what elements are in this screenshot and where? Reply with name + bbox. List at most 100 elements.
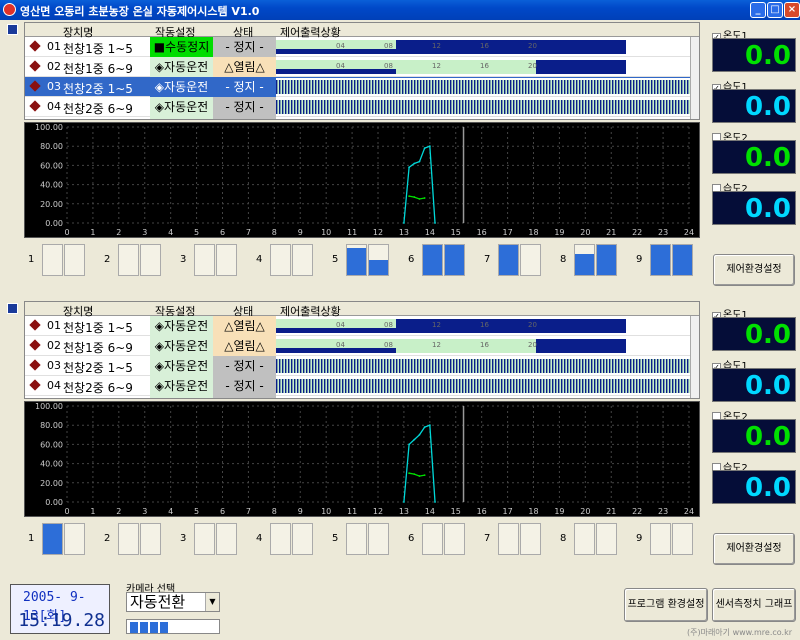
control-env-settings-button-top[interactable]: 제어환경설정 <box>713 254 795 286</box>
camera-slot[interactable]: 2 <box>100 523 176 557</box>
device-row[interactable]: 01 천창1중 1~5 ■수동정지 - 정지 - 04 08 12 16 20 <box>25 37 699 57</box>
output-pulse-mark <box>486 100 488 114</box>
output-pulse-mark <box>351 379 353 393</box>
camera-slot[interactable]: 1 <box>24 244 100 278</box>
device-row[interactable]: 04 천창2중 6~9 ◈자동운전 - 정지 - <box>25 376 699 396</box>
output-pulse-mark <box>348 359 350 373</box>
camera-select-dropdown[interactable]: 자동전환 ▼ <box>126 592 220 612</box>
slot-number: 2 <box>104 254 111 265</box>
grid-scrollbar[interactable] <box>690 37 699 119</box>
device-row[interactable]: 02 천창1중 6~9 ◈자동운전 △열림△ 04 08 12 16 20 <box>25 336 699 356</box>
maximize-button[interactable]: □ <box>767 2 783 18</box>
camera-slot[interactable]: 9 <box>632 523 708 557</box>
output-pulse-mark <box>390 100 392 114</box>
output-pulse-mark <box>489 100 491 114</box>
output-pulse-mark <box>354 379 356 393</box>
camera-slot[interactable]: 7 <box>480 523 556 557</box>
slot-level-box <box>346 244 367 276</box>
output-pulse-mark <box>372 359 374 373</box>
output-pulse-mark <box>531 100 533 114</box>
sensor-graph-button[interactable]: 센서측정치 그래프 <box>712 588 796 622</box>
camera-slot[interactable]: 6 <box>404 523 480 557</box>
output-pulse-mark <box>573 80 575 94</box>
output-pulse-mark <box>357 80 359 94</box>
output-pulse-mark <box>549 80 551 94</box>
camera-slot[interactable]: 5 <box>328 244 404 278</box>
output-pulse-mark <box>393 379 395 393</box>
device-mode-cell[interactable]: ◈자동운전 <box>150 396 213 398</box>
output-pulse-mark <box>582 359 584 373</box>
output-pulse-mark <box>384 100 386 114</box>
output-pulse-mark <box>678 379 680 393</box>
output-pulse-mark <box>333 100 335 114</box>
program-settings-button[interactable]: 프로그램 환경설정 <box>624 588 708 622</box>
output-pulse-mark <box>306 359 308 373</box>
output-pulse-mark <box>585 379 587 393</box>
output-pulse-mark <box>288 379 290 393</box>
camera-slot[interactable]: 2 <box>100 244 176 278</box>
output-pulse-mark <box>393 80 395 94</box>
device-mode-cell[interactable]: ◈자동운전 <box>150 57 213 77</box>
grid-scrollbar[interactable] <box>690 316 699 398</box>
output-pulse-mark <box>369 359 371 373</box>
camera-slot[interactable]: 9 <box>632 244 708 278</box>
output-pulse-mark <box>423 379 425 393</box>
device-mode-cell[interactable]: ■수동정지 <box>150 37 213 57</box>
camera-slot[interactable]: 1 <box>24 523 100 557</box>
output-pulse-mark <box>504 359 506 373</box>
y-tick-label: 100.00 <box>35 402 63 411</box>
output-pulse-mark <box>297 80 299 94</box>
output-pulse-mark <box>342 100 344 114</box>
output-pulse-mark <box>402 359 404 373</box>
output-pulse-mark <box>351 100 353 114</box>
slot-level-box <box>42 244 63 276</box>
output-pulse-mark <box>444 379 446 393</box>
device-mode-cell[interactable]: ◈자동운전 <box>150 356 213 376</box>
output-pulse-mark <box>627 80 629 94</box>
camera-slot[interactable]: 4 <box>252 244 328 278</box>
output-pulse-mark <box>651 80 653 94</box>
device-mode-cell[interactable]: ◈자동운전 <box>150 117 213 119</box>
camera-select-value: 자동전환 <box>130 593 186 611</box>
device-row[interactable]: 02 천창1중 6~9 ◈자동운전 △열림△ 04 08 12 16 20 <box>25 57 699 77</box>
output-pulse-mark <box>288 359 290 373</box>
output-pulse-mark <box>489 379 491 393</box>
device-mode-cell[interactable]: ◈자동운전 <box>150 97 213 117</box>
device-row[interactable]: 05유동팬◈자동운전- 꺼짐 - <box>25 117 699 119</box>
camera-slot[interactable]: 6 <box>404 244 480 278</box>
control-env-settings-button-bottom[interactable]: 제어환경설정 <box>713 533 795 565</box>
chevron-down-icon[interactable]: ▼ <box>205 593 219 611</box>
close-button[interactable]: × <box>784 2 800 18</box>
camera-slot[interactable]: 8 <box>556 523 632 557</box>
camera-slot[interactable]: 3 <box>176 523 252 557</box>
camera-slot-strip: 1 2 3 4 5 6 7 8 9 <box>24 244 700 280</box>
output-pulse-mark <box>381 359 383 373</box>
camera-slot[interactable]: 8 <box>556 244 632 278</box>
device-mode-cell[interactable]: ◈자동운전 <box>150 336 213 356</box>
device-row[interactable]: 05유동팬◈자동운전- 꺼짐 - <box>25 396 699 398</box>
device-state-cell: △열림△ <box>213 57 276 77</box>
series-point <box>413 438 416 441</box>
output-pulse-mark <box>480 359 482 373</box>
device-mode-cell[interactable]: ◈자동운전 <box>150 376 213 396</box>
device-mode-cell[interactable]: ◈자동운전 <box>150 316 213 336</box>
output-pulse-mark <box>381 100 383 114</box>
minimize-button[interactable]: _ <box>750 2 766 18</box>
camera-slot[interactable]: 5 <box>328 523 404 557</box>
camera-slot[interactable]: 3 <box>176 244 252 278</box>
device-row[interactable]: 03 천창2중 1~5 ◈자동운전 - 정지 - <box>25 77 699 97</box>
camera-slot[interactable]: 7 <box>480 244 556 278</box>
output-pulse-mark <box>567 359 569 373</box>
device-row[interactable]: 01 천창1중 1~5 ◈자동운전 △열림△ 04 08 12 16 20 <box>25 316 699 336</box>
output-pulse-mark <box>654 80 656 94</box>
series-line-1 <box>408 195 425 200</box>
device-mode-cell[interactable]: ◈자동운전 <box>150 77 213 97</box>
output-hour-label: 20 <box>528 341 537 349</box>
device-row[interactable]: 03 천창2중 1~5 ◈자동운전 - 정지 - <box>25 356 699 376</box>
sensor-value: 0.0 <box>712 470 796 504</box>
x-tick-label: 19 <box>554 507 564 516</box>
camera-slot[interactable]: 4 <box>252 523 328 557</box>
output-pulse-mark <box>630 100 632 114</box>
output-pulse-mark <box>681 379 683 393</box>
device-row[interactable]: 04 천창2중 6~9 ◈자동운전 - 정지 - <box>25 97 699 117</box>
